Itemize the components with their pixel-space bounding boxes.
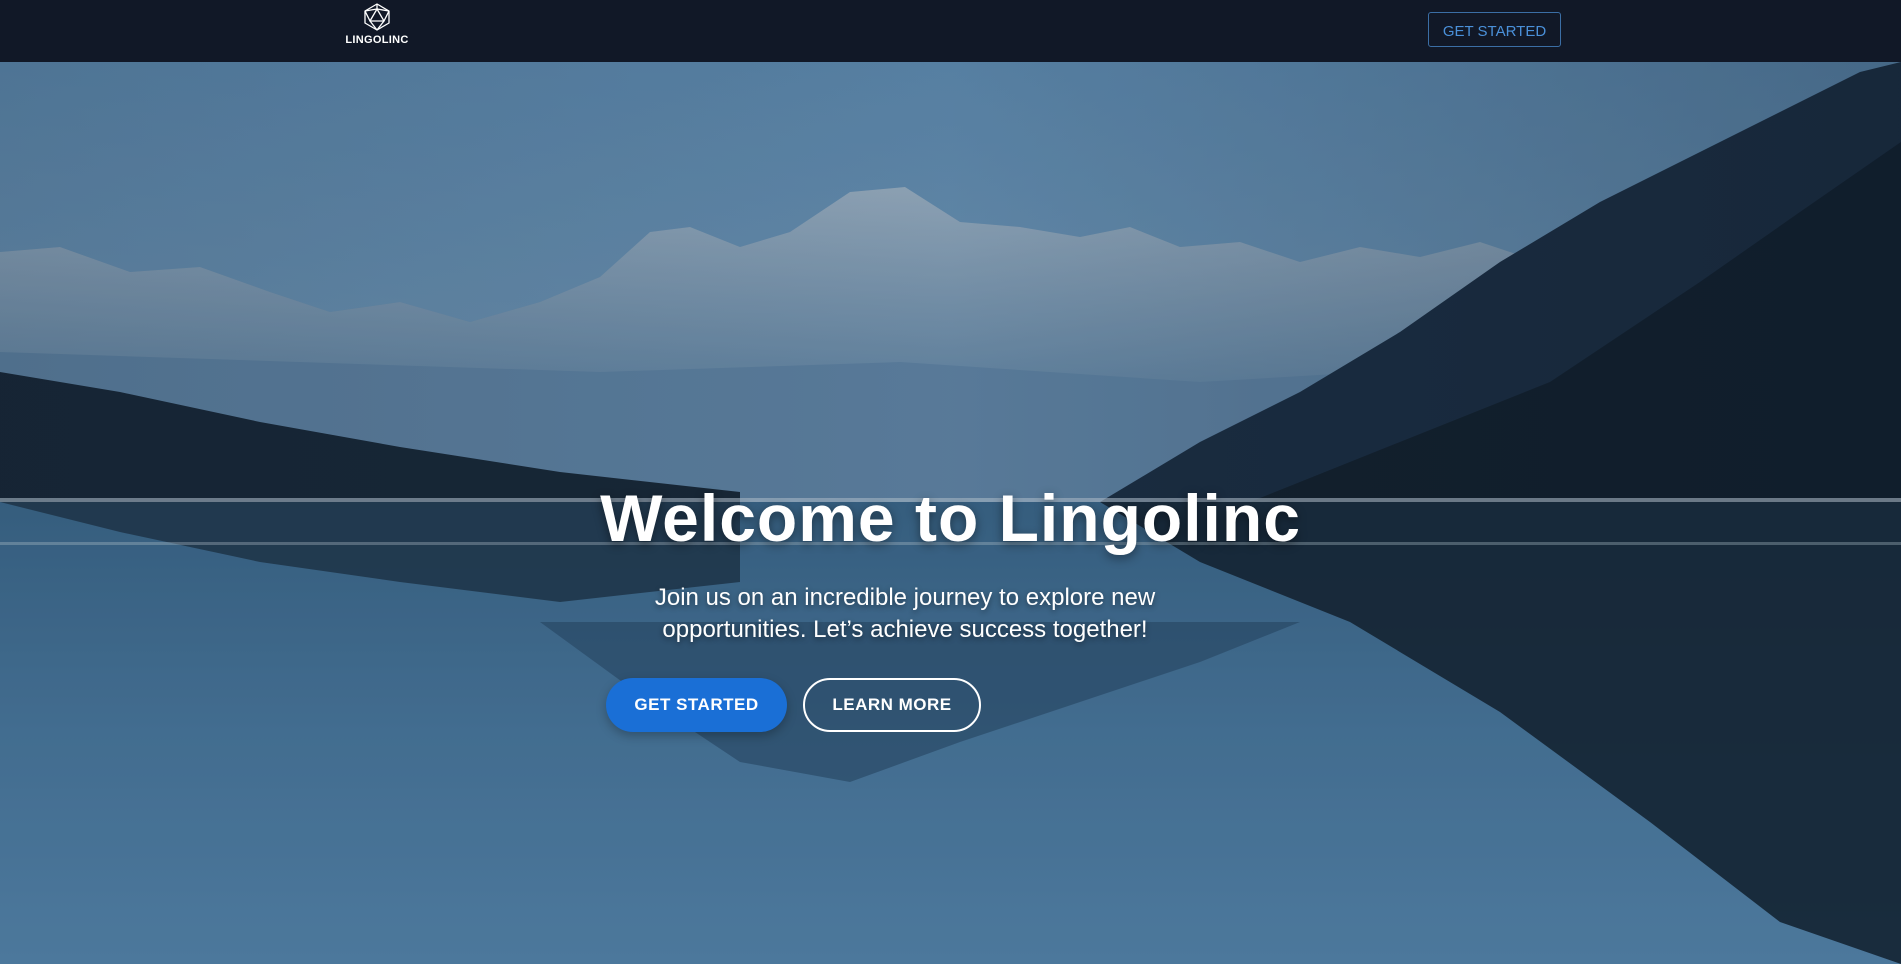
brand-name: LINGOLINC [345, 34, 409, 46]
hero-get-started-button[interactable]: GET STARTED [606, 678, 787, 732]
hero-subtitle: Join us on an incredible journey to expl… [654, 584, 1156, 643]
nav-get-started-button[interactable]: GET STARTED [1428, 12, 1561, 47]
hero-learn-more-button[interactable]: LEARN MORE [803, 678, 981, 732]
icosahedron-icon [364, 3, 390, 31]
hero-title: Welcome to Lingolinc [600, 481, 1301, 555]
hero-section: Welcome to Lingolinc Join us on an incre… [0, 62, 1901, 964]
top-nav-bar: LINGOLINC GET STARTED [0, 0, 1901, 62]
brand-logo[interactable]: LINGOLINC [343, 2, 411, 56]
